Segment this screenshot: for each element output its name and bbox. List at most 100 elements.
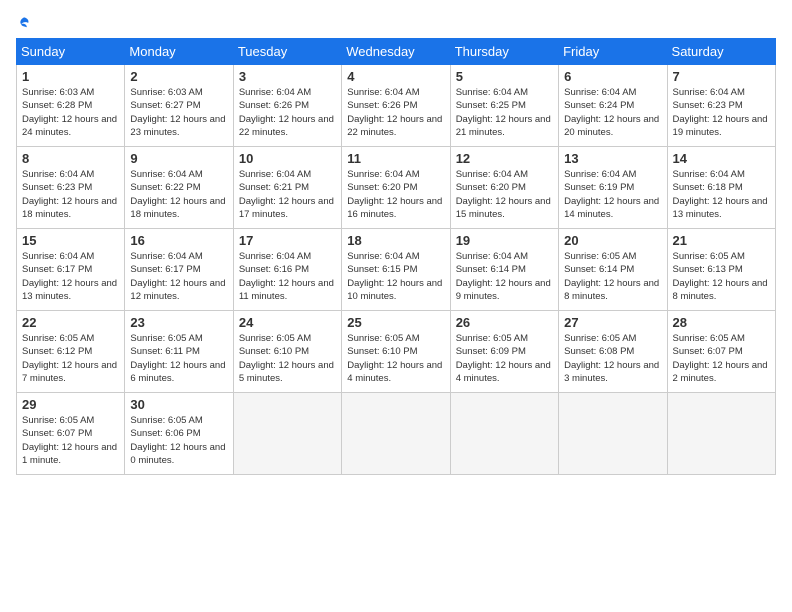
calendar-day-21: 21 Sunrise: 6:05 AMSunset: 6:13 PMDayligh… xyxy=(667,229,775,311)
day-number: 14 xyxy=(673,151,770,166)
day-number: 19 xyxy=(456,233,553,248)
empty-cell xyxy=(233,393,341,475)
calendar-day-17: 17 Sunrise: 6:04 AMSunset: 6:16 PMDayligh… xyxy=(233,229,341,311)
day-info: Sunrise: 6:05 AMSunset: 6:06 PMDaylight:… xyxy=(130,414,227,467)
day-info: Sunrise: 6:05 AMSunset: 6:14 PMDaylight:… xyxy=(564,250,661,303)
day-info: Sunrise: 6:05 AMSunset: 6:08 PMDaylight:… xyxy=(564,332,661,385)
calendar-day-24: 24 Sunrise: 6:05 AMSunset: 6:10 PMDayligh… xyxy=(233,311,341,393)
day-number: 24 xyxy=(239,315,336,330)
empty-cell xyxy=(559,393,667,475)
day-number: 18 xyxy=(347,233,444,248)
calendar-day-27: 27 Sunrise: 6:05 AMSunset: 6:08 PMDayligh… xyxy=(559,311,667,393)
day-info: Sunrise: 6:05 AMSunset: 6:10 PMDaylight:… xyxy=(239,332,336,385)
day-info: Sunrise: 6:04 AMSunset: 6:20 PMDaylight:… xyxy=(456,168,553,221)
page-header xyxy=(16,16,776,30)
day-info: Sunrise: 6:04 AMSunset: 6:24 PMDaylight:… xyxy=(564,86,661,139)
weekday-header-friday: Friday xyxy=(559,39,667,65)
day-info: Sunrise: 6:05 AMSunset: 6:13 PMDaylight:… xyxy=(673,250,770,303)
calendar-table: SundayMondayTuesdayWednesdayThursdayFrid… xyxy=(16,38,776,475)
day-number: 26 xyxy=(456,315,553,330)
calendar-day-12: 12 Sunrise: 6:04 AMSunset: 6:20 PMDayligh… xyxy=(450,147,558,229)
day-info: Sunrise: 6:04 AMSunset: 6:23 PMDaylight:… xyxy=(22,168,119,221)
empty-cell xyxy=(342,393,450,475)
day-info: Sunrise: 6:04 AMSunset: 6:17 PMDaylight:… xyxy=(130,250,227,303)
day-info: Sunrise: 6:04 AMSunset: 6:18 PMDaylight:… xyxy=(673,168,770,221)
day-info: Sunrise: 6:04 AMSunset: 6:23 PMDaylight:… xyxy=(673,86,770,139)
calendar-week-5: 29 Sunrise: 6:05 AMSunset: 6:07 PMDayligh… xyxy=(17,393,776,475)
weekday-header-wednesday: Wednesday xyxy=(342,39,450,65)
calendar-day-30: 30 Sunrise: 6:05 AMSunset: 6:06 PMDayligh… xyxy=(125,393,233,475)
day-info: Sunrise: 6:04 AMSunset: 6:17 PMDaylight:… xyxy=(22,250,119,303)
day-info: Sunrise: 6:03 AMSunset: 6:28 PMDaylight:… xyxy=(22,86,119,139)
calendar-day-22: 22 Sunrise: 6:05 AMSunset: 6:12 PMDayligh… xyxy=(17,311,125,393)
empty-cell xyxy=(667,393,775,475)
day-number: 30 xyxy=(130,397,227,412)
empty-cell xyxy=(450,393,558,475)
day-info: Sunrise: 6:05 AMSunset: 6:09 PMDaylight:… xyxy=(456,332,553,385)
day-number: 7 xyxy=(673,69,770,84)
day-info: Sunrise: 6:05 AMSunset: 6:07 PMDaylight:… xyxy=(673,332,770,385)
logo-bird-icon xyxy=(17,16,31,30)
day-info: Sunrise: 6:05 AMSunset: 6:12 PMDaylight:… xyxy=(22,332,119,385)
calendar-header: SundayMondayTuesdayWednesdayThursdayFrid… xyxy=(17,39,776,65)
calendar-day-16: 16Sunrise: 6:04 AMSunset: 6:17 PMDayligh… xyxy=(125,229,233,311)
day-number: 13 xyxy=(564,151,661,166)
weekday-header-tuesday: Tuesday xyxy=(233,39,341,65)
day-number: 5 xyxy=(456,69,553,84)
calendar-day-20: 20Sunrise: 6:05 AMSunset: 6:14 PMDayligh… xyxy=(559,229,667,311)
day-number: 6 xyxy=(564,69,661,84)
weekday-header-monday: Monday xyxy=(125,39,233,65)
day-number: 1 xyxy=(22,69,119,84)
calendar-day-5: 5 Sunrise: 6:04 AMSunset: 6:25 PMDaylight… xyxy=(450,65,558,147)
day-number: 22 xyxy=(22,315,119,330)
calendar-week-4: 22 Sunrise: 6:05 AMSunset: 6:12 PMDayligh… xyxy=(17,311,776,393)
day-info: Sunrise: 6:04 AMSunset: 6:15 PMDaylight:… xyxy=(347,250,444,303)
day-info: Sunrise: 6:04 AMSunset: 6:26 PMDaylight:… xyxy=(239,86,336,139)
day-number: 21 xyxy=(673,233,770,248)
calendar-day-13: 13Sunrise: 6:04 AMSunset: 6:19 PMDayligh… xyxy=(559,147,667,229)
day-info: Sunrise: 6:04 AMSunset: 6:20 PMDaylight:… xyxy=(347,168,444,221)
calendar-week-2: 8 Sunrise: 6:04 AMSunset: 6:23 PMDaylight… xyxy=(17,147,776,229)
weekday-header-saturday: Saturday xyxy=(667,39,775,65)
day-info: Sunrise: 6:05 AMSunset: 6:07 PMDaylight:… xyxy=(22,414,119,467)
calendar-day-25: 25Sunrise: 6:05 AMSunset: 6:10 PMDayligh… xyxy=(342,311,450,393)
calendar-week-3: 15 Sunrise: 6:04 AMSunset: 6:17 PMDayligh… xyxy=(17,229,776,311)
weekday-header-sunday: Sunday xyxy=(17,39,125,65)
day-info: Sunrise: 6:05 AMSunset: 6:11 PMDaylight:… xyxy=(130,332,227,385)
day-info: Sunrise: 6:03 AMSunset: 6:27 PMDaylight:… xyxy=(130,86,227,139)
calendar-day-28: 28 Sunrise: 6:05 AMSunset: 6:07 PMDayligh… xyxy=(667,311,775,393)
day-number: 29 xyxy=(22,397,119,412)
calendar-day-23: 23 Sunrise: 6:05 AMSunset: 6:11 PMDayligh… xyxy=(125,311,233,393)
day-number: 9 xyxy=(130,151,227,166)
calendar-day-29: 29 Sunrise: 6:05 AMSunset: 6:07 PMDayligh… xyxy=(17,393,125,475)
calendar-day-4: 4Sunrise: 6:04 AMSunset: 6:26 PMDaylight… xyxy=(342,65,450,147)
day-number: 12 xyxy=(456,151,553,166)
calendar-day-6: 6 Sunrise: 6:04 AMSunset: 6:24 PMDaylight… xyxy=(559,65,667,147)
calendar-day-2: 2Sunrise: 6:03 AMSunset: 6:27 PMDaylight… xyxy=(125,65,233,147)
calendar-day-15: 15 Sunrise: 6:04 AMSunset: 6:17 PMDayligh… xyxy=(17,229,125,311)
calendar-body: 1 Sunrise: 6:03 AMSunset: 6:28 PMDaylight… xyxy=(17,65,776,475)
day-number: 25 xyxy=(347,315,444,330)
day-info: Sunrise: 6:04 AMSunset: 6:21 PMDaylight:… xyxy=(239,168,336,221)
day-info: Sunrise: 6:04 AMSunset: 6:25 PMDaylight:… xyxy=(456,86,553,139)
day-number: 27 xyxy=(564,315,661,330)
day-number: 28 xyxy=(673,315,770,330)
day-number: 17 xyxy=(239,233,336,248)
day-number: 11 xyxy=(347,151,444,166)
day-number: 15 xyxy=(22,233,119,248)
weekday-header-thursday: Thursday xyxy=(450,39,558,65)
day-info: Sunrise: 6:04 AMSunset: 6:22 PMDaylight:… xyxy=(130,168,227,221)
calendar-day-26: 26 Sunrise: 6:05 AMSunset: 6:09 PMDayligh… xyxy=(450,311,558,393)
calendar-day-19: 19Sunrise: 6:04 AMSunset: 6:14 PMDayligh… xyxy=(450,229,558,311)
calendar-day-1: 1 Sunrise: 6:03 AMSunset: 6:28 PMDaylight… xyxy=(17,65,125,147)
day-info: Sunrise: 6:04 AMSunset: 6:26 PMDaylight:… xyxy=(347,86,444,139)
day-number: 3 xyxy=(239,69,336,84)
calendar-week-1: 1 Sunrise: 6:03 AMSunset: 6:28 PMDaylight… xyxy=(17,65,776,147)
day-number: 10 xyxy=(239,151,336,166)
weekday-header-row: SundayMondayTuesdayWednesdayThursdayFrid… xyxy=(17,39,776,65)
calendar-day-10: 10 Sunrise: 6:04 AMSunset: 6:21 PMDayligh… xyxy=(233,147,341,229)
day-number: 23 xyxy=(130,315,227,330)
calendar-day-9: 9 Sunrise: 6:04 AMSunset: 6:22 PMDaylight… xyxy=(125,147,233,229)
day-info: Sunrise: 6:04 AMSunset: 6:16 PMDaylight:… xyxy=(239,250,336,303)
day-number: 8 xyxy=(22,151,119,166)
